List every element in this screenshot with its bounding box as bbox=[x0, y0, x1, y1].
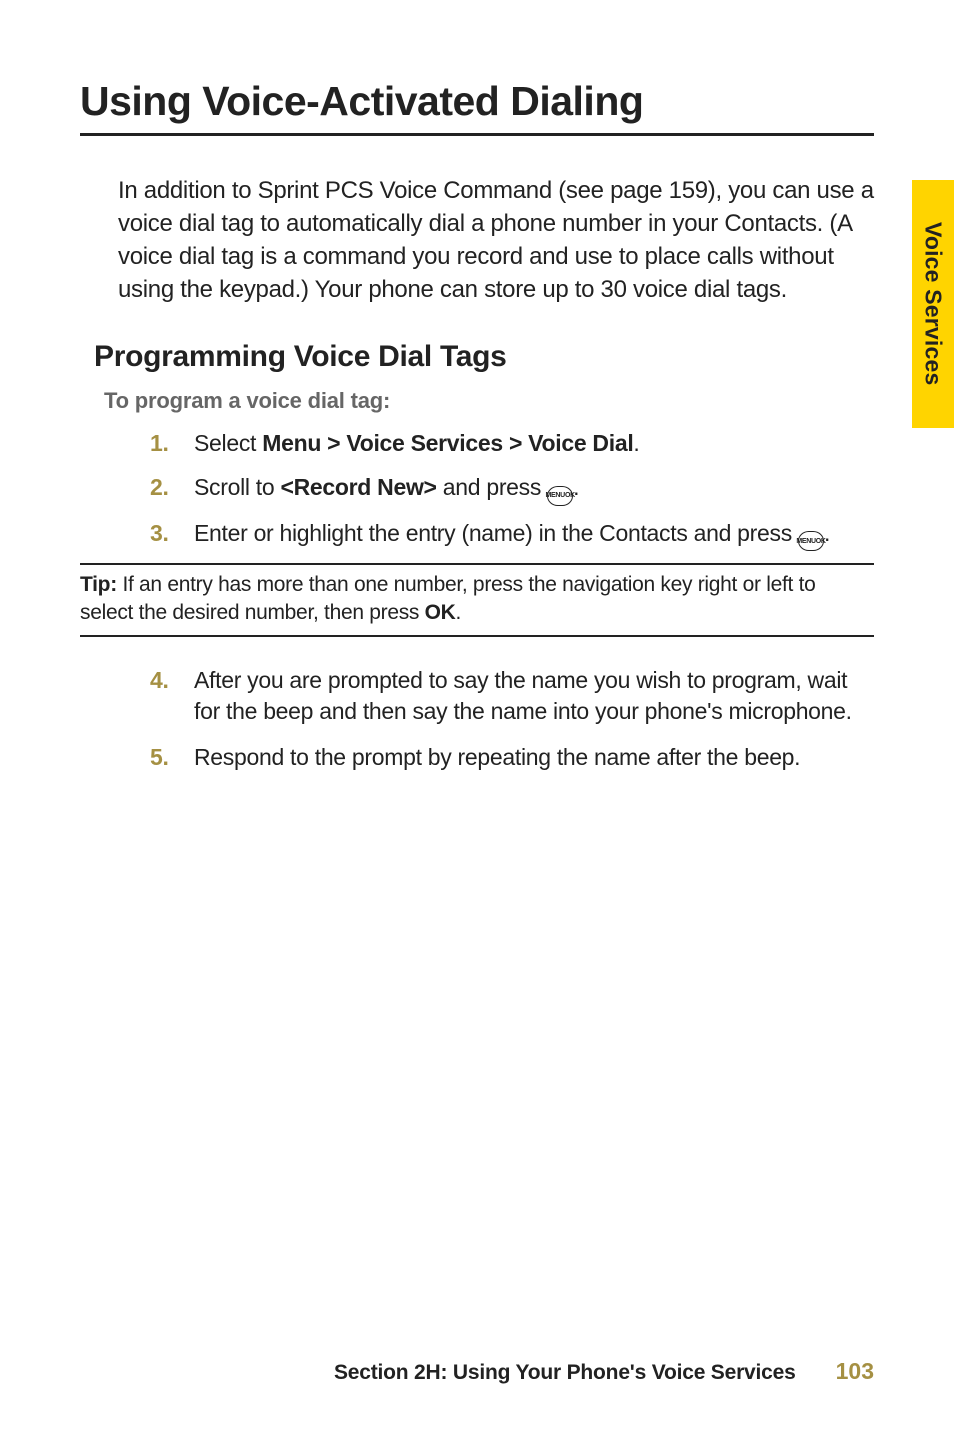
step-4: 4. After you are prompted to say the nam… bbox=[150, 665, 874, 728]
step-5: 5. Respond to the prompt by repeating th… bbox=[150, 742, 874, 774]
side-tab: Voice Services bbox=[912, 180, 954, 428]
heading-2: Programming Voice Dial Tags bbox=[94, 340, 874, 374]
step-body: Enter or highlight the entry (name) in t… bbox=[194, 518, 874, 552]
step-body: Select Menu > Voice Services > Voice Dia… bbox=[194, 428, 874, 460]
step-bold: Menu > Voice Services > Voice Dial bbox=[262, 430, 633, 456]
step-number: 2. bbox=[150, 472, 194, 506]
footer-section: Section 2H: Using Your Phone's Voice Ser… bbox=[334, 1361, 796, 1385]
step-text: Select bbox=[194, 430, 262, 456]
tip-label: Tip: bbox=[80, 573, 122, 596]
step-number: 3. bbox=[150, 518, 194, 552]
tip-block: Tip: If an entry has more than one numbe… bbox=[80, 563, 874, 636]
step-3: 3. Enter or highlight the entry (name) i… bbox=[150, 518, 874, 552]
steps-list-b: 4. After you are prompted to say the nam… bbox=[150, 665, 874, 774]
steps-list-a: 1. Select Menu > Voice Services > Voice … bbox=[150, 428, 874, 551]
sub-heading: To program a voice dial tag: bbox=[104, 388, 874, 414]
step-text: Enter or highlight the entry (name) in t… bbox=[194, 520, 798, 546]
footer-page-number: 103 bbox=[836, 1358, 874, 1385]
step-text: . bbox=[633, 430, 639, 456]
menu-ok-icon: MENUOK bbox=[798, 531, 824, 551]
step-body: After you are prompted to say the name y… bbox=[194, 665, 874, 728]
tip-bold: OK bbox=[425, 601, 456, 624]
step-text: and press bbox=[437, 474, 548, 500]
step-text: . bbox=[573, 474, 579, 500]
step-number: 5. bbox=[150, 742, 194, 774]
step-number: 1. bbox=[150, 428, 194, 460]
menu-ok-icon: MENUOK bbox=[547, 486, 573, 506]
page-content: Using Voice-Activated Dialing In additio… bbox=[0, 0, 954, 774]
step-text: . bbox=[824, 520, 830, 546]
footer: Section 2H: Using Your Phone's Voice Ser… bbox=[0, 1358, 954, 1385]
side-tab-label: Voice Services bbox=[920, 222, 947, 386]
heading-rule bbox=[80, 133, 874, 136]
step-body: Respond to the prompt by repeating the n… bbox=[194, 742, 874, 774]
tip-text: . bbox=[456, 601, 462, 624]
step-1: 1. Select Menu > Voice Services > Voice … bbox=[150, 428, 874, 460]
step-body: Scroll to <Record New> and press MENUOK. bbox=[194, 472, 874, 506]
heading-1: Using Voice-Activated Dialing bbox=[80, 78, 874, 125]
step-number: 4. bbox=[150, 665, 194, 728]
intro-paragraph: In addition to Sprint PCS Voice Command … bbox=[118, 174, 874, 306]
step-text: Scroll to bbox=[194, 474, 280, 500]
step-bold: <Record New> bbox=[280, 474, 436, 500]
step-2: 2. Scroll to <Record New> and press MENU… bbox=[150, 472, 874, 506]
